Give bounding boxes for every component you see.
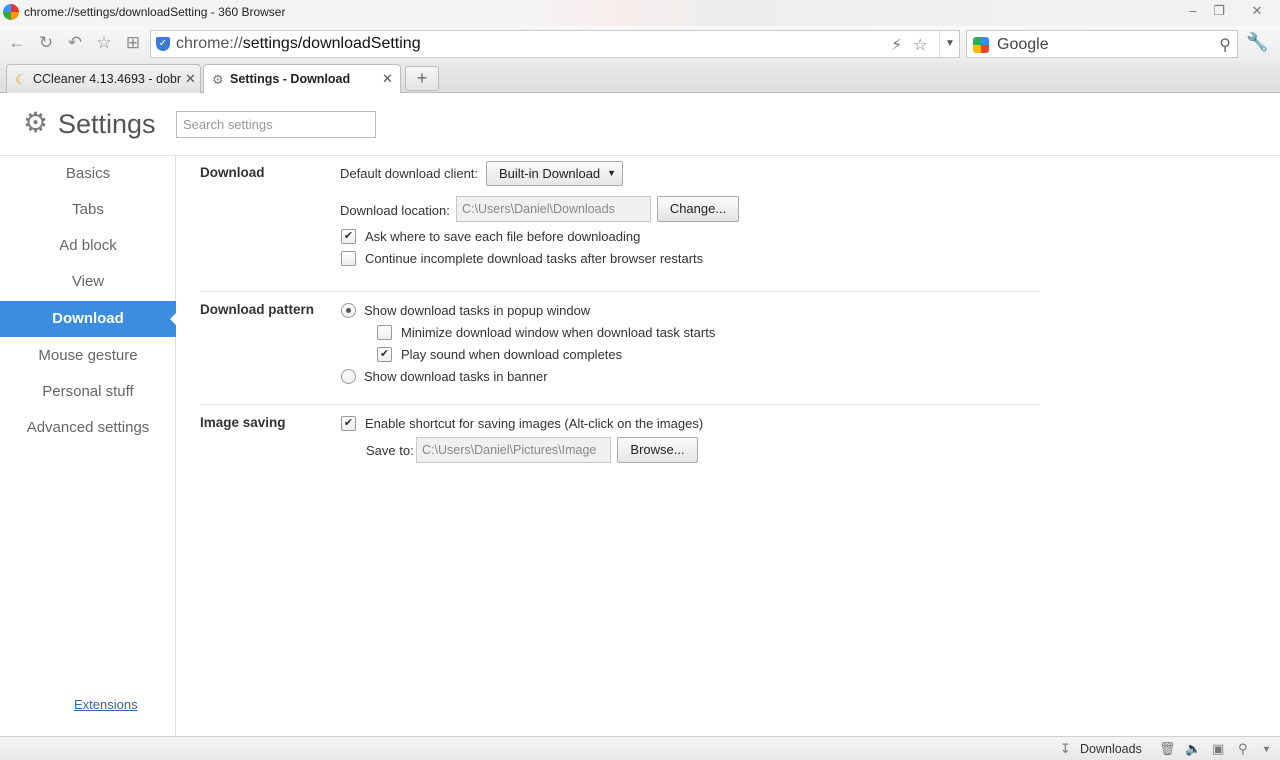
tab-label: Settings - Download xyxy=(230,72,351,86)
google-logo-icon[interactable] xyxy=(973,37,989,53)
download-settings-panel: Download Default download client: Built-… xyxy=(177,156,1280,736)
page-title: Settings xyxy=(58,109,156,139)
tab-settings-download[interactable]: ⚙ Settings - Download ✕ xyxy=(203,64,401,94)
download-tray-icon[interactable]: ↧ xyxy=(1060,741,1071,757)
browse-button[interactable]: Browse... xyxy=(617,437,698,463)
address-dropdown-button[interactable]: ▼ xyxy=(939,31,960,57)
trash-icon[interactable]: 🗑 xyxy=(1159,741,1176,757)
tab-ccleaner[interactable]: ☾ CCleaner 4.13.4693 - dobr ✕ xyxy=(6,64,201,93)
window-title: chrome://settings/downloadSetting - 360 … xyxy=(24,5,286,19)
title-bar: chrome://settings/downloadSetting - 360 … xyxy=(0,0,1280,26)
minimize-window-label: Minimize download window when download t… xyxy=(401,325,716,340)
download-location-field: C:\Users\Daniel\Downloads xyxy=(456,196,651,222)
address-bar[interactable]: ✓ chrome://settings/downloadSetting ⚡ ☆ … xyxy=(150,30,960,58)
default-client-label: Default download client: xyxy=(340,166,479,181)
popup-window-label: Show download tasks in popup window xyxy=(364,303,591,318)
sidebar-item-basics[interactable]: Basics xyxy=(0,156,176,192)
back-icon[interactable]: ← xyxy=(7,33,27,53)
sidebar-item-tabs[interactable]: Tabs xyxy=(0,192,176,228)
ask-where-checkbox[interactable]: ✔ xyxy=(341,229,356,244)
section-divider xyxy=(200,404,1040,405)
section-divider xyxy=(200,291,1040,292)
navigation-toolbar: ← ↻ ↶ ☆ ⊞ ✓ chrome://settings/downloadSe… xyxy=(0,26,1280,62)
sidebar-item-mouse-gesture[interactable]: Mouse gesture xyxy=(0,338,176,374)
chevron-down-icon: ▼ xyxy=(607,168,616,178)
play-sound-checkbox[interactable]: ✔ xyxy=(377,347,392,362)
settings-gear-icon: ⚙ xyxy=(23,107,49,138)
tab-strip: ☾ CCleaner 4.13.4693 - dobr ✕ ⚙ Settings… xyxy=(0,62,1280,94)
sidebar-item-download[interactable]: Download xyxy=(0,301,177,337)
sidebar-item-ad-block[interactable]: Ad block xyxy=(0,228,176,264)
popup-window-radio[interactable] xyxy=(341,303,356,318)
section-title-download: Download xyxy=(200,165,265,180)
undo-close-icon[interactable]: ↶ xyxy=(65,33,85,53)
settings-favicon-icon: ⚙ xyxy=(212,72,224,87)
downloads-label[interactable]: Downloads xyxy=(1080,742,1142,756)
default-client-select[interactable]: Built-in Download ▼ xyxy=(486,161,623,186)
security-shield-icon: ✓ xyxy=(156,37,170,51)
ccleaner-favicon-icon: ☾ xyxy=(15,72,27,87)
apps-grid-icon[interactable]: ⊞ xyxy=(123,33,143,53)
reload-icon[interactable]: ↻ xyxy=(36,33,56,53)
favorite-star-icon[interactable]: ☆ xyxy=(94,33,114,53)
change-location-button[interactable]: Change... xyxy=(657,196,739,222)
minimize-window-checkbox[interactable] xyxy=(377,325,392,340)
tab-close-icon[interactable]: ✕ xyxy=(185,71,196,87)
minimize-button[interactable]: – xyxy=(1182,2,1204,20)
download-location-label: Download location: xyxy=(340,203,450,218)
sidebar-item-view[interactable]: View xyxy=(0,264,176,300)
section-title-download-pattern: Download pattern xyxy=(200,302,314,317)
save-to-label: Save to: xyxy=(366,443,414,458)
continue-incomplete-checkbox[interactable] xyxy=(341,251,356,266)
wrench-menu-icon[interactable]: 🔧 xyxy=(1246,32,1268,53)
search-settings-input[interactable] xyxy=(176,111,376,138)
settings-sidebar: Basics Tabs Ad block View Download Mouse… xyxy=(0,156,177,736)
zoom-icon[interactable]: ⚲ xyxy=(1238,741,1248,757)
sidebar-item-advanced-settings[interactable]: Advanced settings xyxy=(0,410,176,446)
screen-icon[interactable]: ▣ xyxy=(1212,741,1224,757)
search-icon[interactable]: ⚲ xyxy=(1219,35,1231,55)
ask-where-label: Ask where to save each file before downl… xyxy=(365,229,641,244)
image-shortcut-label: Enable shortcut for saving images (Alt-c… xyxy=(365,416,704,431)
maximize-button[interactable]: ❐ xyxy=(1208,2,1230,20)
tab-label: CCleaner 4.13.4693 - dobr xyxy=(33,72,182,86)
lightning-icon[interactable]: ⚡ xyxy=(891,35,902,55)
continue-incomplete-label: Continue incomplete download tasks after… xyxy=(365,251,704,266)
close-window-button[interactable]: ✕ xyxy=(1246,2,1268,20)
save-to-field: C:\Users\Daniel\Pictures\Image xyxy=(416,437,611,463)
play-sound-label: Play sound when download completes xyxy=(401,347,623,362)
volume-icon[interactable]: 🔈 xyxy=(1185,741,1201,757)
browser-logo-icon xyxy=(3,4,19,20)
search-engine-label: Google xyxy=(997,36,1049,53)
settings-header: ⚙ Settings xyxy=(0,93,1280,156)
search-box[interactable]: Google ⚲ xyxy=(966,30,1238,58)
address-url[interactable]: chrome://settings/downloadSetting xyxy=(176,35,421,53)
banner-label: Show download tasks in banner xyxy=(364,369,548,384)
extensions-link[interactable]: Extensions xyxy=(74,697,138,712)
section-title-image-saving: Image saving xyxy=(200,415,286,430)
image-shortcut-checkbox[interactable]: ✔ xyxy=(341,416,356,431)
default-client-value: Built-in Download xyxy=(499,166,601,181)
banner-radio[interactable] xyxy=(341,369,356,384)
sidebar-item-personal-stuff[interactable]: Personal stuff xyxy=(0,374,176,410)
zoom-dropdown-icon[interactable]: ▼ xyxy=(1262,744,1271,754)
new-tab-button[interactable]: + xyxy=(405,66,439,91)
status-bar: ↧ Downloads 🗑 🔈 ▣ ⚲ ▼ xyxy=(0,736,1280,760)
bookmark-star-icon[interactable]: ☆ xyxy=(913,35,927,55)
tab-close-icon[interactable]: ✕ xyxy=(382,71,393,87)
